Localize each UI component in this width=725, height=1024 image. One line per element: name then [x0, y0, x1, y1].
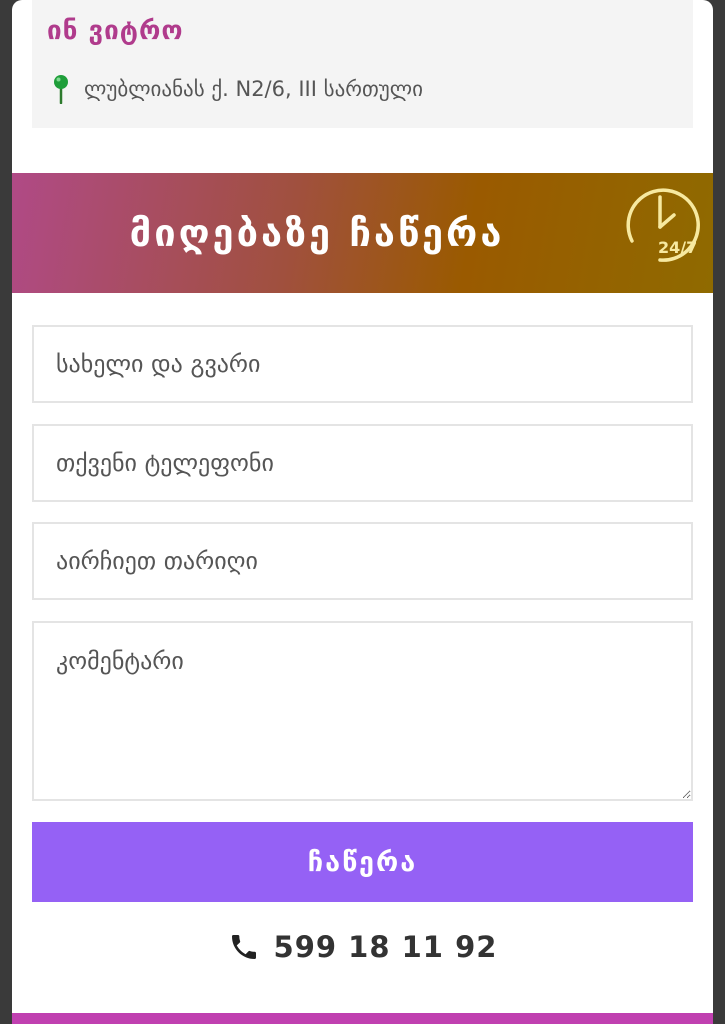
booking-modal: ინ ვიტრო ლუბლიანას ქ. N2/6, III სართული …: [12, 0, 713, 1024]
phone-input[interactable]: [32, 424, 693, 502]
name-input[interactable]: [32, 325, 693, 403]
comment-textarea[interactable]: [32, 621, 693, 801]
clinic-card: ინ ვიტრო ლუბლიანას ქ. N2/6, III სართული: [32, 0, 693, 128]
submit-booking-button[interactable]: ჩაწერა: [32, 822, 693, 902]
map-pin-icon: [54, 75, 68, 104]
address-row: ლუბლიანას ქ. N2/6, III სართული: [52, 74, 423, 104]
booking-banner: მიღებაზე ჩაწერა 24/7: [12, 173, 713, 293]
phone-icon: [231, 935, 256, 959]
clock-24-7-icon: 24/7: [626, 188, 700, 262]
date-input[interactable]: [32, 522, 693, 600]
phone-link[interactable]: 599 18 11 92: [12, 922, 713, 972]
bottom-accent-bar: [12, 1013, 713, 1024]
clinic-name: ინ ვიტრო: [47, 16, 184, 46]
clock-label: 24/7: [658, 238, 697, 257]
banner-title: მიღებაზე ჩაწერა: [129, 211, 505, 255]
phone-number: 599 18 11 92: [273, 930, 498, 964]
clinic-address: ლუბლიანას ქ. N2/6, III სართული: [84, 77, 423, 101]
